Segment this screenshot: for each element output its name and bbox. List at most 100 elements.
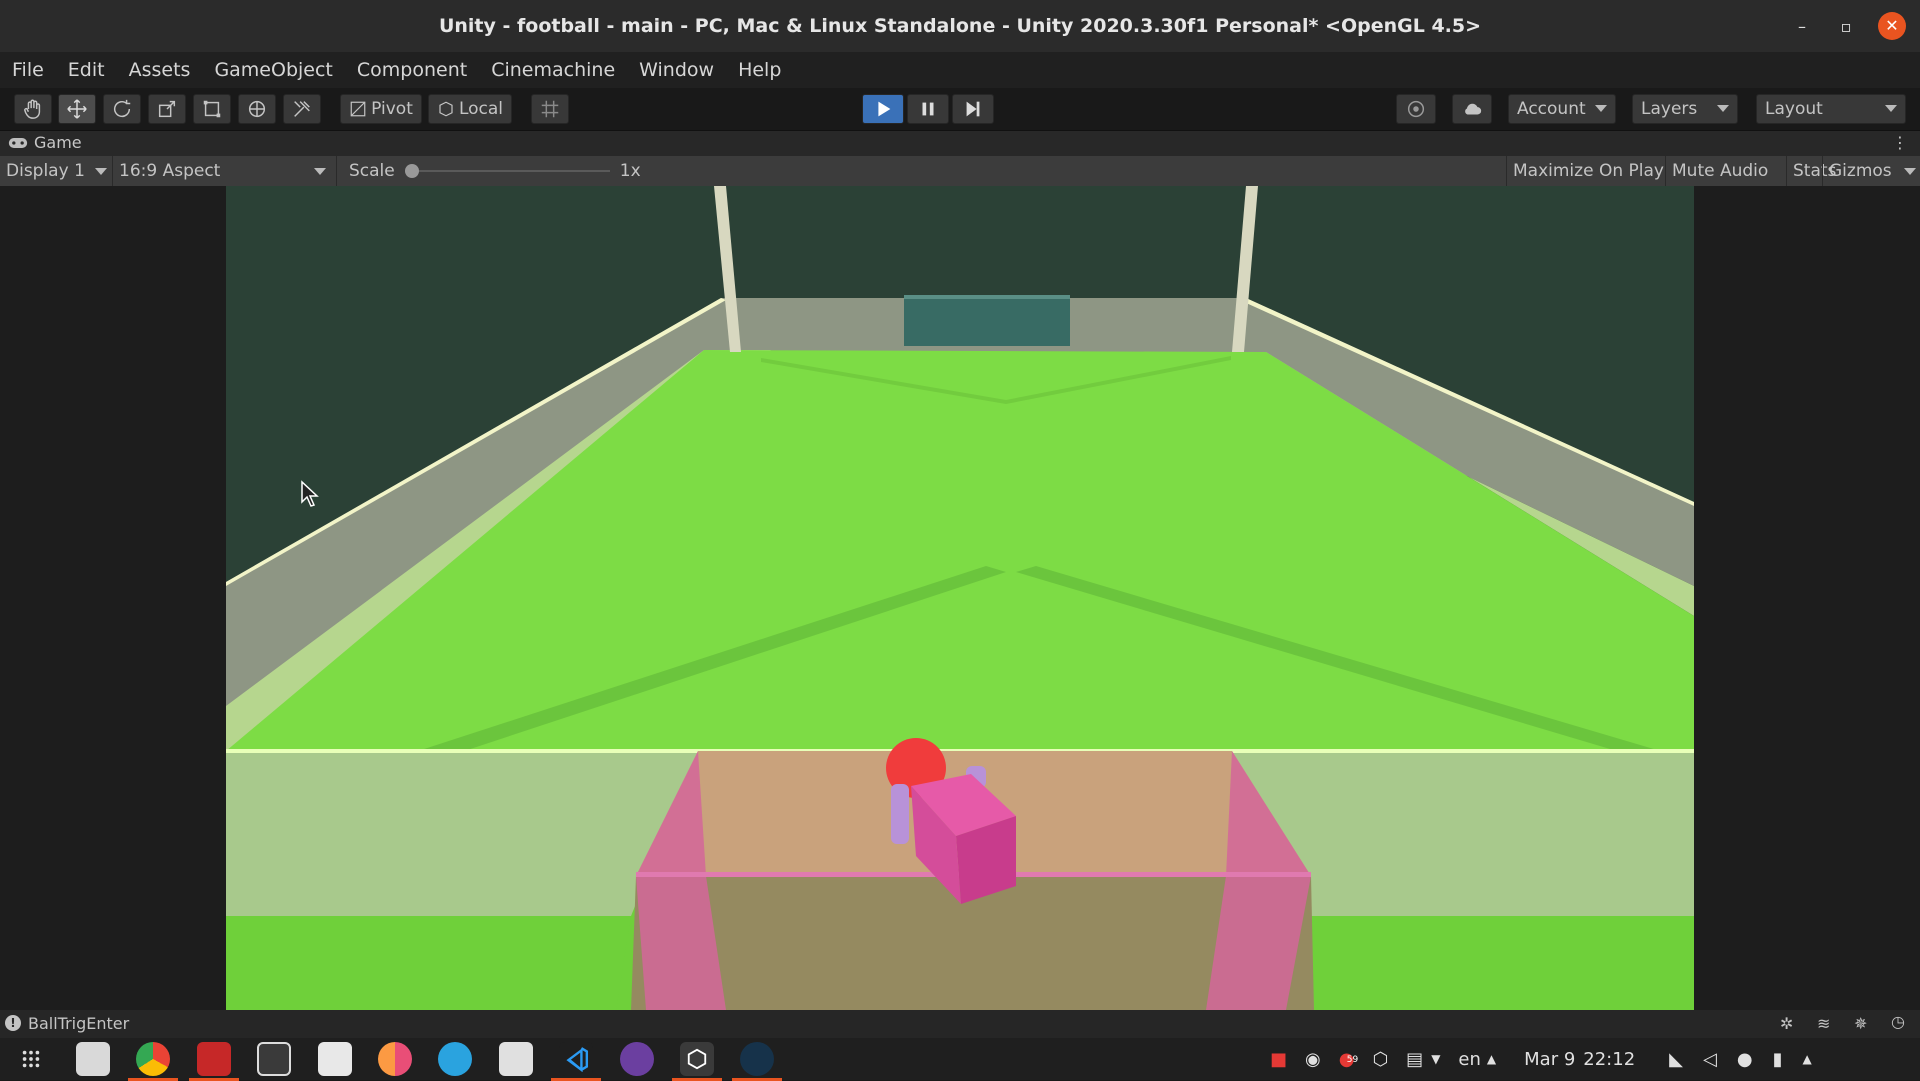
- maximize-button[interactable]: ▫: [1824, 17, 1868, 36]
- cache-icon[interactable]: ✵: [1854, 1014, 1867, 1033]
- browser-icon[interactable]: [378, 1042, 412, 1076]
- unity-hub-icon[interactable]: [257, 1042, 291, 1076]
- mute-audio-toggle[interactable]: Mute Audio: [1665, 156, 1774, 186]
- menu-gameobject[interactable]: GameObject: [202, 59, 344, 81]
- wifi-icon[interactable]: ◣: [1669, 1049, 1683, 1070]
- sync-icon[interactable]: ◉: [1305, 1049, 1321, 1070]
- title-bar: Unity - football - main - PC, Mac & Linu…: [0, 0, 1920, 52]
- custom-tool-button[interactable]: [283, 94, 321, 124]
- clock-time[interactable]: 22:12: [1583, 1049, 1635, 1070]
- play-button[interactable]: [862, 94, 904, 124]
- menu-bar: File Edit Assets GameObject Component Ci…: [0, 52, 1920, 88]
- menu-file[interactable]: File: [0, 59, 56, 81]
- scale-control: Scale 1x: [336, 156, 646, 186]
- info-icon: !: [5, 1015, 21, 1031]
- chevron-down-icon: [94, 167, 107, 175]
- mouse-cursor-icon: [301, 480, 319, 507]
- clipboard-icon[interactable]: ▤: [1406, 1049, 1423, 1070]
- hand-tool-button[interactable]: [14, 94, 52, 124]
- scale-label: Scale: [349, 161, 395, 181]
- layout-dropdown[interactable]: Layout: [1756, 94, 1906, 124]
- pivot-toggle[interactable]: Pivot: [340, 94, 422, 124]
- menu-component[interactable]: Component: [345, 59, 479, 81]
- game-viewport[interactable]: [0, 186, 1920, 1010]
- tools-icon: [294, 101, 310, 117]
- main-toolbar: Pivot Local Account Layers Layout: [0, 88, 1920, 130]
- apps-grid-icon[interactable]: [14, 1042, 48, 1076]
- menu-cinemachine[interactable]: Cinemachine: [479, 59, 627, 81]
- chevron-up-icon[interactable]: ▲: [1487, 1052, 1496, 1066]
- microphone-icon[interactable]: ●: [1737, 1049, 1753, 1070]
- tab-game[interactable]: Game: [8, 133, 82, 152]
- close-button[interactable]: ✕: [1878, 12, 1906, 40]
- obs-icon[interactable]: [620, 1042, 654, 1076]
- local-toggle[interactable]: Local: [428, 94, 512, 124]
- scale-slider-handle[interactable]: [404, 164, 419, 178]
- chevron-down-icon: [1595, 105, 1607, 112]
- display-dropdown[interactable]: Display 1: [6, 156, 108, 186]
- near-area-left-lower: [226, 916, 631, 1010]
- keyboard-layout[interactable]: en: [1458, 1049, 1480, 1070]
- layers-dropdown[interactable]: Layers: [1632, 94, 1738, 124]
- collab-button[interactable]: [1396, 94, 1436, 124]
- window-controls: – ▫ ✕: [1780, 0, 1906, 52]
- battery-icon[interactable]: ▮: [1773, 1049, 1783, 1070]
- steam-icon[interactable]: [732, 1042, 782, 1081]
- near-area-right-lower: [1296, 916, 1694, 1010]
- rect-tool-button[interactable]: [193, 94, 231, 124]
- vscode-icon[interactable]: [551, 1042, 601, 1081]
- notes-icon[interactable]: [499, 1042, 533, 1076]
- screen-recorder-icon[interactable]: ■: [1270, 1049, 1287, 1070]
- move-tool-button[interactable]: [58, 94, 96, 124]
- scale-value: 1x: [619, 161, 641, 181]
- clock-date[interactable]: Mar 9: [1524, 1049, 1575, 1070]
- menu-help[interactable]: Help: [726, 59, 793, 81]
- menu-window[interactable]: Window: [627, 59, 726, 81]
- maximize-on-play-toggle[interactable]: Maximize On Play: [1506, 156, 1670, 186]
- console-message[interactable]: BallTrigEnter: [28, 1014, 129, 1033]
- telegram-icon[interactable]: [438, 1042, 472, 1076]
- tray-expand-icon[interactable]: ▲: [1802, 1052, 1811, 1066]
- unity-editor-icon[interactable]: [672, 1042, 722, 1081]
- scale-slider[interactable]: [404, 164, 610, 178]
- step-button[interactable]: [952, 94, 994, 124]
- menu-edit[interactable]: Edit: [56, 59, 117, 81]
- unity-tray-icon[interactable]: ⬡: [1372, 1049, 1388, 1070]
- collab-icon: [1407, 100, 1425, 118]
- system-tray: ■ ◉ ● 59 ⬡ ▤ ▼ en ▲ Mar 9 22:12 ◣ ◁ ● ▮ ▲: [1270, 1038, 1812, 1080]
- terminal-icon[interactable]: [189, 1042, 239, 1081]
- chevron-down-icon: [1717, 105, 1729, 112]
- chrome-icon[interactable]: [128, 1042, 178, 1081]
- gizmos-dropdown[interactable]: Gizmos: [1822, 156, 1920, 186]
- grid-snap-button[interactable]: [531, 94, 569, 124]
- files-icon[interactable]: [76, 1042, 110, 1076]
- local-label: Local: [458, 99, 504, 119]
- debug-icon[interactable]: ✲: [1780, 1014, 1793, 1033]
- near-area-left: [226, 751, 698, 916]
- game-view-bar: Display 1 16:9 Aspect Scale 1x Maximize …: [0, 156, 1920, 187]
- layers-label: Layers: [1641, 99, 1698, 119]
- aspect-dropdown[interactable]: 16:9 Aspect: [112, 156, 332, 186]
- aspect-label: 16:9 Aspect: [119, 161, 221, 181]
- menu-assets[interactable]: Assets: [117, 59, 203, 81]
- scale-tool-button[interactable]: [148, 94, 186, 124]
- more-options-icon[interactable]: ⋮: [1892, 133, 1908, 152]
- cloud-button[interactable]: [1452, 94, 1492, 124]
- game-tab-row: Game ⋮: [0, 130, 1920, 157]
- grid-icon: [541, 100, 559, 118]
- rotate-tool-button[interactable]: [103, 94, 141, 124]
- minimize-button[interactable]: –: [1780, 17, 1824, 36]
- transform-tool-button[interactable]: [238, 94, 276, 124]
- chevron-down-icon: [314, 167, 326, 175]
- notification-badge-icon[interactable]: ● 59: [1339, 1049, 1358, 1070]
- pause-button[interactable]: [907, 94, 949, 124]
- cloud-icon: [1465, 103, 1482, 115]
- chevron-down-icon[interactable]: ▼: [1431, 1052, 1440, 1066]
- gizmos-label: Gizmos: [1829, 161, 1892, 181]
- account-dropdown[interactable]: Account: [1508, 94, 1616, 124]
- game-render[interactable]: [226, 186, 1694, 1010]
- layers-stack-icon[interactable]: ≋: [1817, 1014, 1830, 1033]
- text-editor-icon[interactable]: [318, 1042, 352, 1076]
- progress-check-icon[interactable]: ◷: [1891, 1012, 1905, 1031]
- volume-muted-icon[interactable]: ◁: [1703, 1049, 1717, 1070]
